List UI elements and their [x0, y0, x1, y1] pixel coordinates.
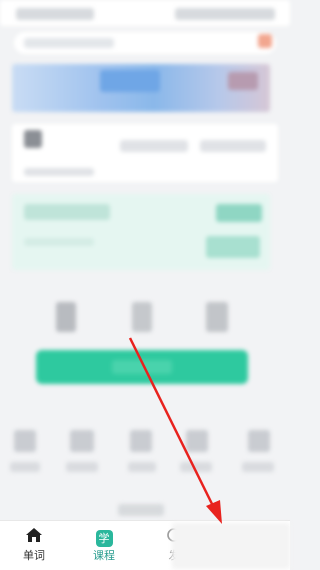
banner-block — [100, 70, 160, 92]
info-card-line — [24, 168, 94, 176]
feature-icon-5[interactable] — [248, 430, 270, 452]
nav-item-words[interactable]: 单词 — [4, 527, 64, 563]
study-card-subtitle — [24, 238, 94, 246]
info-card-stat-2 — [200, 140, 266, 152]
study-card-badge-bottom — [206, 236, 260, 258]
feature-icon-3[interactable] — [130, 430, 152, 452]
top-bar-text-left — [16, 8, 94, 20]
feature-label-5 — [242, 462, 274, 472]
stat-box-1 — [56, 302, 76, 332]
stat-box-2 — [132, 302, 152, 332]
study-card-title — [24, 204, 110, 220]
search-placeholder — [24, 38, 114, 48]
nav-blur-overlay — [172, 523, 290, 569]
nav-label-words: 单词 — [23, 549, 45, 562]
feature-label-4 — [180, 462, 212, 472]
feature-icon-2[interactable] — [70, 430, 94, 452]
info-card-avatar — [24, 130, 42, 148]
banner-block-right — [228, 72, 258, 90]
bottom-nav: 单词 学 课程 发 — [0, 520, 290, 570]
nav-label-courses: 课程 — [93, 549, 115, 562]
search-accent-icon — [258, 34, 272, 48]
footer-hint — [118, 504, 164, 516]
study-card-badge-top — [216, 204, 262, 222]
feature-icon-1[interactable] — [14, 430, 36, 452]
feature-icon-4[interactable] — [186, 430, 208, 452]
home-icon — [26, 528, 42, 542]
nav-item-courses[interactable]: 学 课程 — [74, 527, 134, 563]
feature-label-2 — [66, 462, 98, 472]
stat-box-3 — [206, 302, 228, 332]
course-icon: 学 — [95, 530, 113, 547]
top-bar-text-right — [175, 8, 275, 20]
info-card-stat-1 — [120, 140, 188, 152]
start-learning-button-label — [112, 360, 172, 374]
feature-label-3 — [128, 462, 156, 472]
feature-label-1 — [10, 462, 40, 472]
